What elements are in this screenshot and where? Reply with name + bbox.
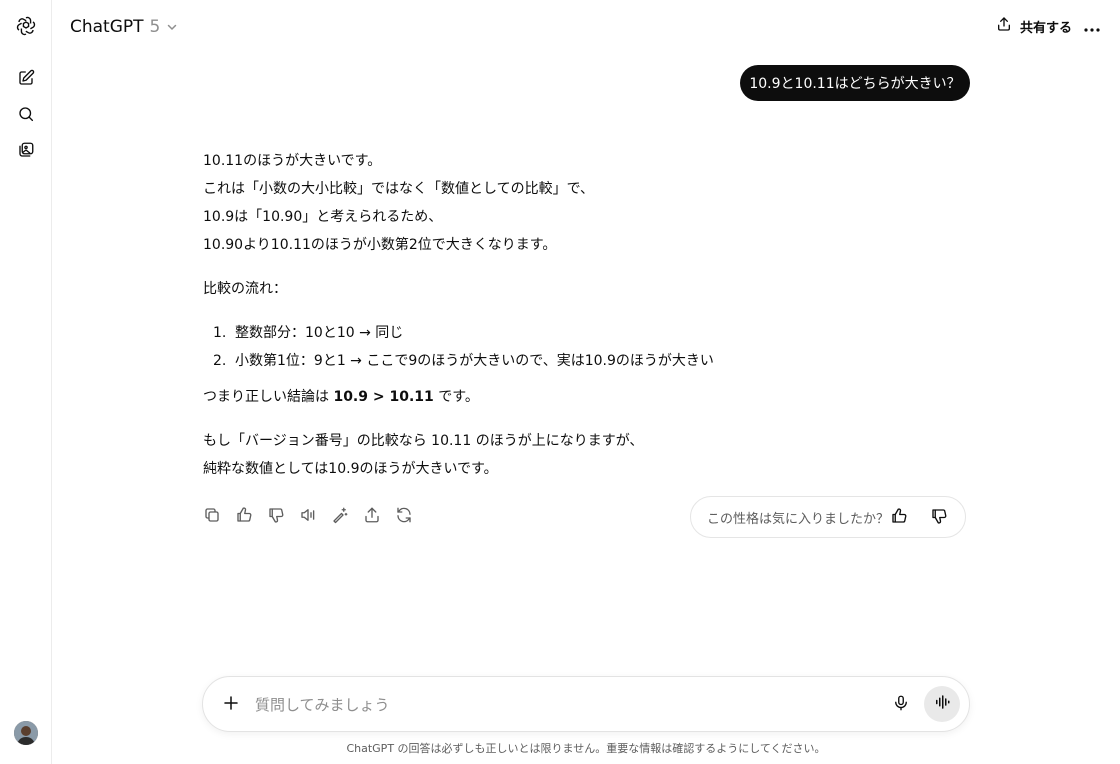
answer-line: 純粋な数値としては10.9のほうが大きいです。	[203, 461, 498, 477]
microphone-icon	[892, 694, 910, 716]
read-aloud-button[interactable]	[296, 505, 320, 529]
answer-line: 10.9は「10.90」と考えられるため、	[203, 209, 443, 225]
more-options-button[interactable]	[1078, 12, 1106, 40]
model-version: 5	[149, 17, 161, 37]
composer	[202, 676, 970, 732]
copy-button[interactable]	[200, 505, 224, 529]
list-item: 2. 小数第1位：9と1 → ここで9のほうが大きいので、実は10.9のほうが大…	[203, 347, 903, 375]
assistant-message: 10.11のほうが大きいです。 これは「小数の大小比較」ではなく「数値としての比…	[203, 147, 903, 483]
user-message: 10.9と10.11はどちらが大きい？	[740, 65, 970, 101]
list-text: 整数部分：10と10 → 同じ	[235, 325, 404, 341]
chevron-down-icon	[166, 18, 178, 37]
plus-icon	[222, 694, 240, 716]
share-icon	[363, 506, 381, 528]
thumbs-up-button[interactable]	[232, 505, 256, 529]
thumbs-down-icon	[930, 507, 948, 529]
conclusion-prefix: つまり正しい結論は	[203, 389, 334, 405]
feedback-question: この性格は気に入りましたか？	[707, 511, 890, 527]
dictate-button[interactable]	[887, 691, 915, 719]
search-button[interactable]	[11, 99, 41, 129]
conclusion-line: つまり正しい結論は 10.9 > 10.11 です。	[203, 383, 903, 411]
voice-waveform-icon	[933, 693, 951, 715]
new-chat-icon	[17, 69, 35, 87]
conclusion-bold: 10.9 > 10.11	[333, 389, 434, 405]
new-chat-button[interactable]	[11, 63, 41, 93]
feedback-like-button[interactable]	[887, 506, 911, 530]
copy-icon	[203, 506, 221, 528]
model-name: ChatGPT	[70, 17, 144, 37]
edit-in-canvas-button[interactable]	[328, 505, 352, 529]
answer-line: 10.11のほうが大きいです。	[203, 153, 382, 169]
list-text: 小数第1位：9と1 → ここで9のほうが大きいので、実は10.9のほうが大きい	[235, 353, 714, 369]
comparison-list: 1. 整数部分：10と10 → 同じ 2. 小数第1位：9と1 → ここで9のほ…	[203, 319, 903, 375]
search-icon	[17, 105, 35, 123]
voice-mode-button[interactable]	[924, 686, 960, 722]
answer-line: もし「バージョン番号」の比較なら 10.11 のほうが上になりますが、	[203, 433, 644, 449]
list-number: 2.	[213, 353, 227, 369]
share-label: 共有する	[1019, 20, 1072, 36]
conclusion-suffix: です。	[433, 389, 479, 405]
feedback-dislike-button[interactable]	[927, 506, 951, 530]
answer-line: 10.90より10.11のほうが小数第2位で大きくなります。	[203, 237, 557, 253]
regenerate-button[interactable]	[392, 505, 416, 529]
library-button[interactable]	[11, 135, 41, 165]
share-button[interactable]: 共有する	[996, 12, 1072, 40]
thumbs-down-icon	[267, 506, 285, 528]
share-message-button[interactable]	[360, 505, 384, 529]
answer-line: これは「小数の大小比較」ではなく「数値としての比較」で、	[203, 181, 595, 197]
more-dots-icon	[1084, 17, 1100, 36]
personality-feedback: この性格は気に入りましたか？	[690, 496, 966, 538]
thumbs-down-button[interactable]	[264, 505, 288, 529]
header: ChatGPT 5 共有する	[52, 0, 1120, 52]
attach-button[interactable]	[217, 691, 245, 719]
openai-logo-icon[interactable]	[11, 11, 41, 41]
thumbs-up-icon	[235, 506, 253, 528]
list-number: 1.	[213, 325, 227, 341]
speaker-icon	[299, 506, 317, 528]
flow-heading: 比較の流れ：	[203, 281, 287, 297]
list-item: 1. 整数部分：10と10 → 同じ	[203, 319, 903, 347]
magic-pen-icon	[331, 506, 349, 528]
refresh-icon	[395, 506, 413, 528]
thumbs-up-icon	[890, 507, 908, 529]
model-selector[interactable]: ChatGPT 5	[70, 13, 178, 41]
sidebar	[0, 0, 52, 764]
message-actions	[200, 505, 416, 529]
avatar[interactable]	[14, 721, 38, 745]
library-icon	[17, 141, 35, 159]
disclaimer: ChatGPT の回答は必ずしも正しいとは限りません。重要な情報は確認するように…	[346, 742, 826, 755]
share-icon	[996, 16, 1012, 36]
prompt-input[interactable]	[255, 691, 875, 719]
